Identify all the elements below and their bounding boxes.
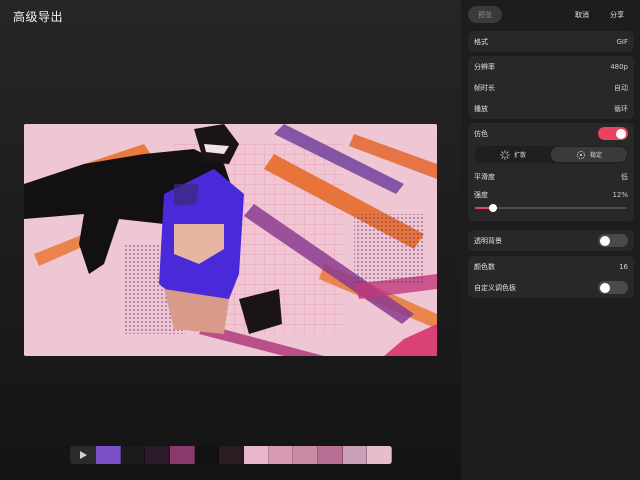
playback-label: 播放: [474, 104, 488, 113]
cancel-button[interactable]: 取消: [575, 10, 589, 20]
play-icon: [79, 451, 87, 459]
play-button[interactable]: [70, 446, 96, 464]
dither-mode-diffusion[interactable]: 扩散: [475, 147, 551, 162]
strength-label: 强度: [474, 190, 488, 199]
output-settings-card: 分辨率 480p 帧时长 自动 播放 循环: [468, 56, 634, 119]
timeline-frame-thumbnail[interactable]: [367, 446, 392, 464]
dither-mode-diffusion-label: 扩散: [513, 152, 526, 159]
timeline-scrubber[interactable]: [70, 446, 392, 464]
transparent-bg-label: 透明背景: [474, 236, 502, 245]
timeline-frame-thumbnail[interactable]: [318, 446, 343, 464]
timeline-frame-thumbnail[interactable]: [268, 446, 294, 464]
colors-count-value: 16: [619, 262, 628, 271]
timeline-frame-thumbnail[interactable]: [194, 446, 220, 464]
format-value: GIF: [616, 37, 628, 46]
playback-value: 循环: [614, 104, 628, 113]
diffusion-icon: [500, 149, 510, 160]
dither-toggle[interactable]: [598, 127, 628, 140]
strength-row: 强度 12%: [468, 187, 634, 202]
smoothness-label: 平滑度: [474, 172, 495, 181]
timeline-frame-thumbnail[interactable]: [219, 446, 245, 464]
frame-duration-label: 帧时长: [474, 83, 495, 92]
dither-card: 仿色 扩散 稳定 平滑度 低 强度 12%: [468, 123, 634, 221]
stable-icon: [576, 150, 585, 159]
colors-count-label: 颜色数: [474, 262, 495, 271]
timeline-frame-thumbnail[interactable]: [145, 446, 171, 464]
dither-row: 仿色: [468, 123, 634, 144]
dither-mode-stable-label: 稳定: [589, 152, 602, 159]
panel-toolbar: 预览 取消 分享: [461, 0, 640, 28]
canvas-area: 高级导出: [0, 0, 461, 480]
toggle-knob: [600, 282, 610, 293]
timeline-frame-thumbnail[interactable]: [170, 446, 195, 464]
custom-palette-toggle[interactable]: [598, 281, 628, 294]
playback-row[interactable]: 播放 循环: [468, 98, 634, 119]
format-card: 格式 GIF: [468, 31, 634, 52]
transparent-bg-card: 透明背景: [468, 230, 634, 251]
slider-track: [475, 204, 627, 212]
timeline-frame-thumbnail[interactable]: [244, 446, 269, 464]
custom-palette-row: 自定义调色板: [468, 277, 634, 298]
smoothness-value: 低: [621, 172, 628, 181]
timeline-frame-thumbnail[interactable]: [96, 446, 121, 464]
share-button[interactable]: 分享: [610, 10, 624, 20]
resolution-value: 480p: [610, 62, 628, 71]
custom-palette-label: 自定义调色板: [474, 283, 516, 292]
timeline-frames[interactable]: [96, 446, 392, 464]
toggle-knob: [616, 128, 626, 139]
strength-slider[interactable]: [468, 202, 634, 218]
transparent-bg-row: 透明背景: [468, 230, 634, 251]
preview-button[interactable]: 预览: [468, 6, 502, 23]
format-label: 格式: [474, 37, 488, 46]
timeline-frame-thumbnail[interactable]: [293, 446, 319, 464]
transparent-bg-toggle[interactable]: [598, 234, 628, 247]
format-row[interactable]: 格式 GIF: [468, 31, 634, 52]
timeline-frame-thumbnail[interactable]: [342, 446, 368, 464]
palette-card: 颜色数 16 自定义调色板: [468, 256, 634, 298]
toggle-knob: [600, 235, 610, 246]
resolution-label: 分辨率: [474, 62, 495, 71]
strength-value: 12%: [612, 190, 628, 199]
resolution-row[interactable]: 分辨率 480p: [468, 56, 634, 77]
smoothness-row[interactable]: 平滑度 低: [468, 166, 634, 187]
dither-label: 仿色: [474, 129, 488, 138]
timeline-frame-thumbnail[interactable]: [120, 446, 146, 464]
frame-duration-value: 自动: [614, 83, 628, 92]
gif-preview-image: [24, 124, 437, 356]
slider-thumb[interactable]: [489, 204, 498, 212]
colors-count-row[interactable]: 颜色数 16: [468, 256, 634, 277]
dither-mode-stable[interactable]: 稳定: [551, 147, 627, 162]
export-settings-panel: 预览 取消 分享 格式 GIF 分辨率 480p 帧时长 自动 播放 循环 仿色: [461, 0, 640, 480]
dither-mode-segmented-control: 扩散 稳定: [474, 146, 628, 163]
page-title: 高级导出: [13, 10, 64, 24]
frame-duration-row[interactable]: 帧时长 自动: [468, 77, 634, 98]
